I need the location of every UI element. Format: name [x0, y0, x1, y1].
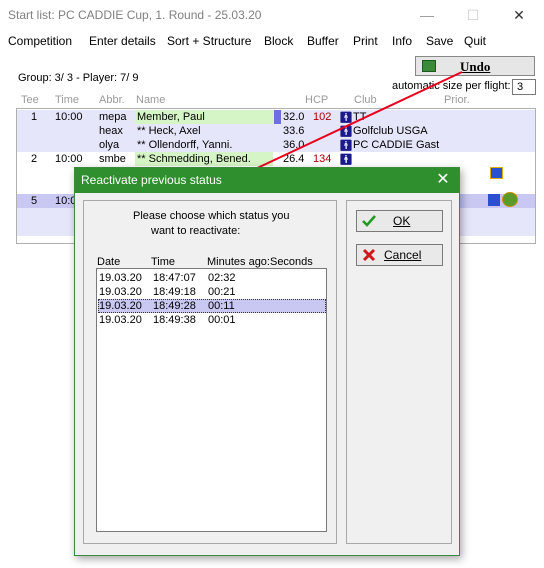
col-minutes-ago: Minutes ago:Seconds [207, 256, 313, 268]
status-ago: 00:11 [208, 300, 235, 312]
prompt-line1: Please choose which status you [133, 210, 290, 222]
dialog-close-icon[interactable]: ✕ [431, 170, 455, 190]
cancel-label: Cancel [384, 248, 422, 262]
status-ago: 00:01 [208, 314, 236, 326]
ok-button[interactable]: OK [356, 210, 443, 232]
status-date: 19.03.20 [99, 314, 142, 326]
status-time: 18:47:07 [153, 272, 196, 284]
status-time: 18:49:18 [153, 286, 196, 298]
list-item[interactable]: 19.03.20 18:49:18 00:21 [98, 285, 326, 299]
reactivate-dialog: Reactivate previous status ✕ Please choo… [74, 167, 460, 556]
cancel-icon [362, 248, 376, 262]
status-ago: 02:32 [208, 272, 236, 284]
status-date: 19.03.20 [99, 272, 142, 284]
ok-label: OK [393, 214, 411, 228]
status-list[interactable]: 19.03.20 18:47:07 02:32 19.03.20 18:49:1… [96, 268, 327, 532]
dialog-title: Reactivate previous status [81, 173, 222, 187]
status-ago: 00:21 [208, 286, 236, 298]
prompt-line2: want to reactivate: [151, 225, 241, 237]
list-item[interactable]: 19.03.20 18:49:38 00:01 [98, 313, 326, 327]
status-time: 18:49:28 [153, 300, 196, 312]
status-time: 18:49:38 [153, 314, 196, 326]
dialog-title-bar: Reactivate previous status ✕ [75, 168, 459, 193]
list-item-selected[interactable]: 19.03.20 18:49:28 00:11 [98, 299, 326, 313]
status-date: 19.03.20 [99, 300, 142, 312]
status-date: 19.03.20 [99, 286, 142, 298]
col-time: Time [151, 256, 176, 268]
check-icon [362, 215, 376, 227]
cancel-button[interactable]: Cancel [356, 244, 443, 266]
col-date: Date [97, 256, 121, 268]
list-item[interactable]: 19.03.20 18:47:07 02:32 [98, 271, 326, 285]
